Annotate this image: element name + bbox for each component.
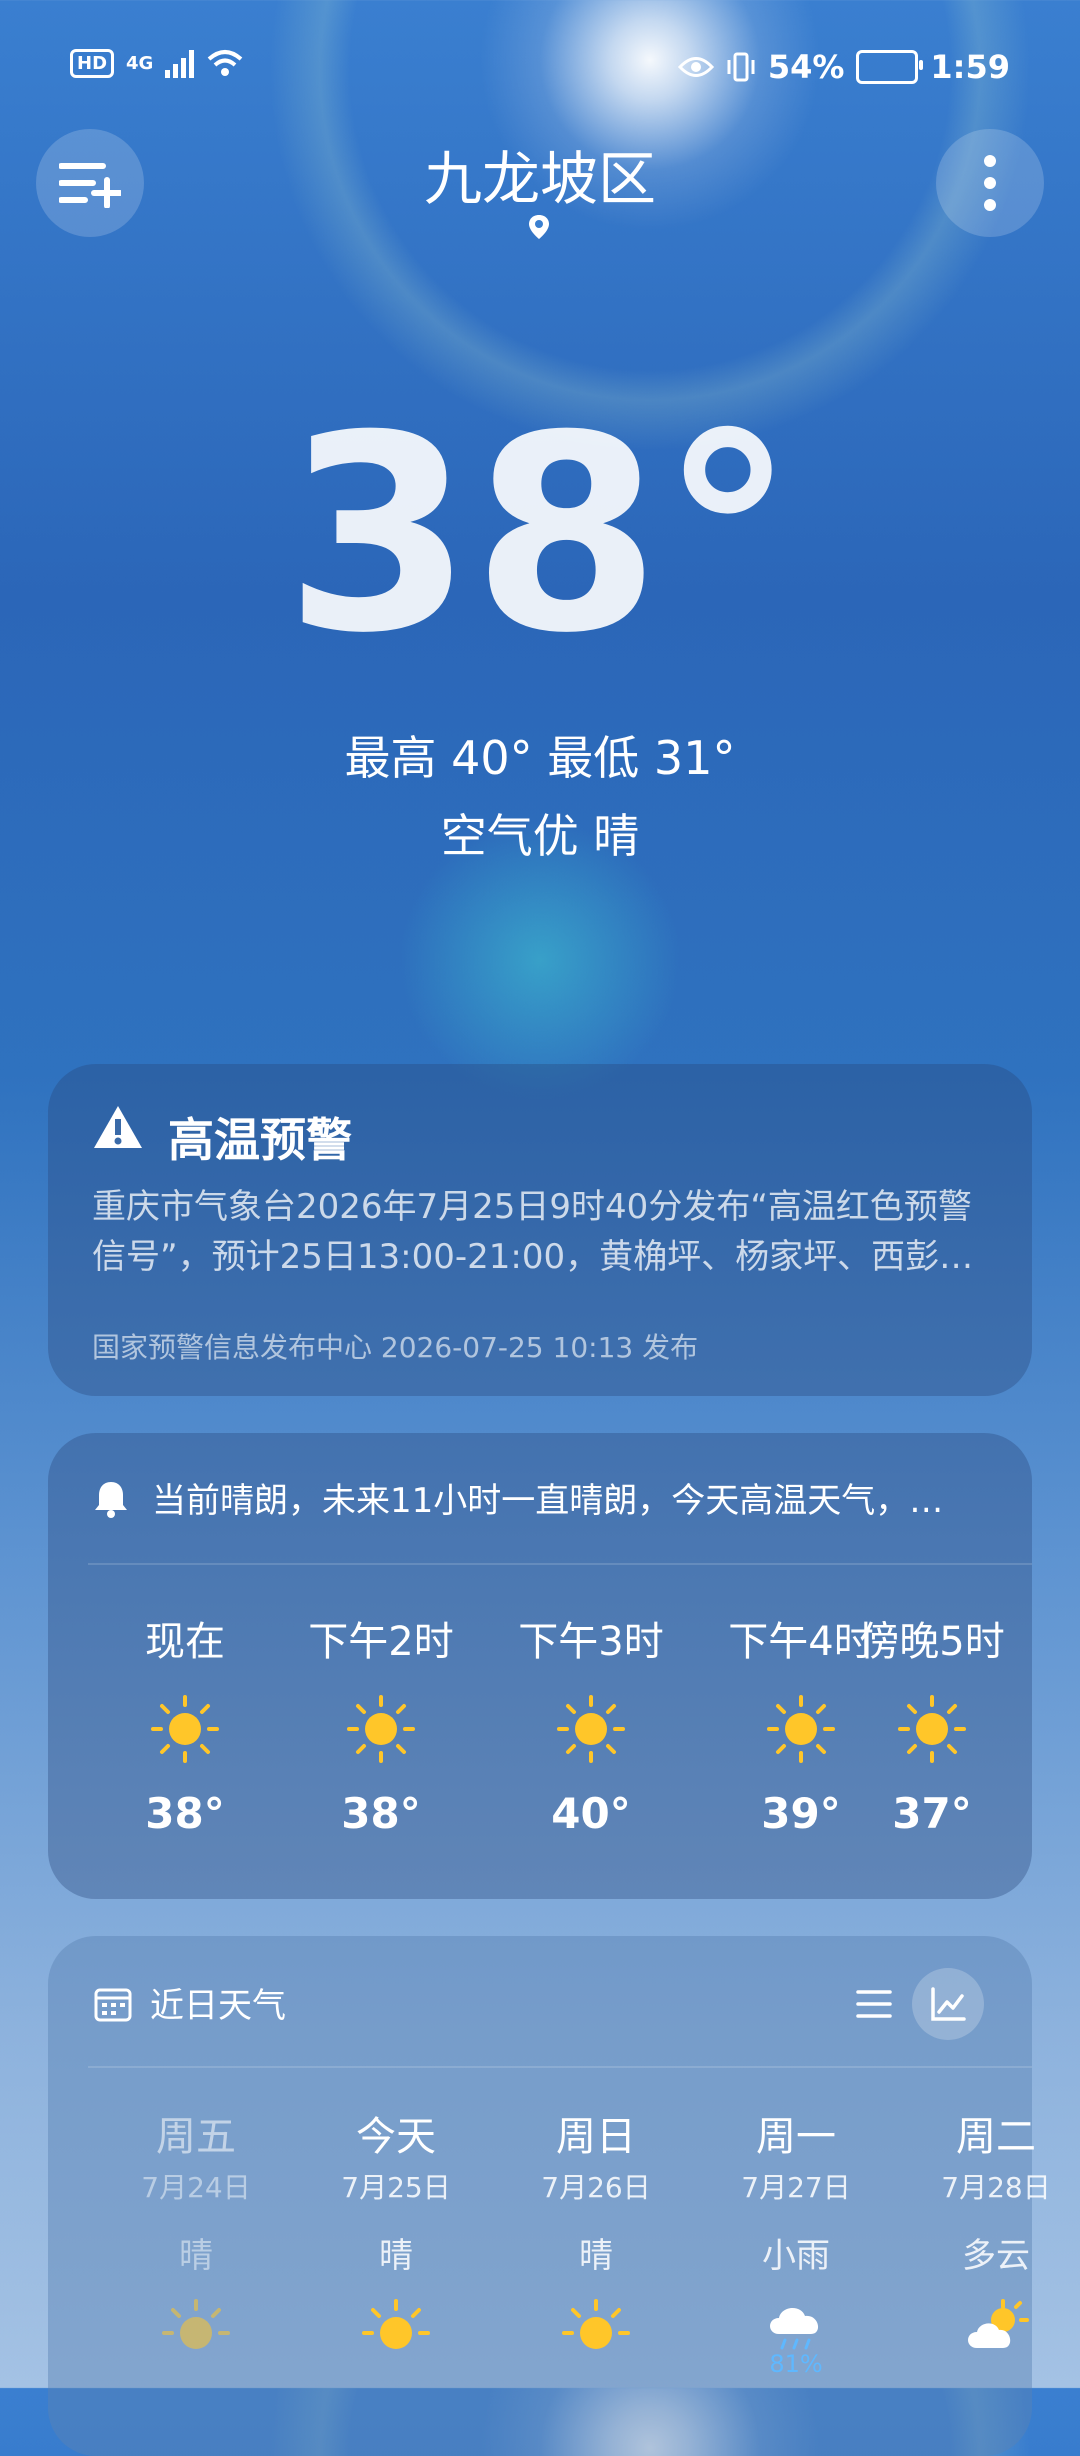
day-condition: 晴 [379, 2236, 413, 2276]
eye-icon [677, 57, 714, 77]
trend-chart-icon [931, 1987, 966, 2021]
day-weekday: 今天 [356, 2114, 436, 2160]
calendar-icon [94, 1988, 132, 2022]
alert-body-line1: 重庆市气象台2026年7月25日9时40分发布“高温红色预警 [92, 1187, 972, 1227]
alert-body: 重庆市气象台2026年7月25日9时40分发布“高温红色预警 信号”，预计25日… [92, 1182, 992, 1282]
signal-icon [165, 48, 195, 78]
network-type: 4G [126, 52, 154, 74]
hour-temperature: 38° [341, 1789, 421, 1838]
clock: 1:59 [930, 48, 1010, 86]
air-quality-weather[interactable]: 空气优 晴 [0, 800, 1080, 866]
daily-forecast-card[interactable]: 近日天气 周五 7月24日 晴 今天 7月25日 晴 周日 7月26日 晴 周一… [48, 1936, 1051, 2456]
list-icon [856, 1990, 892, 2018]
sun-icon [767, 1695, 835, 1763]
day-item[interactable]: 周日 7月26日 晴 [496, 2104, 696, 2372]
sun-icon [898, 1695, 966, 1763]
hourly-summary: 当前晴朗，未来11小时一直晴朗，今天高温天气，… [152, 1481, 944, 1521]
bell-icon [95, 1482, 127, 1518]
day-condition: 多云 [962, 2236, 1030, 2276]
alert-title: 高温预警 [168, 1113, 352, 1167]
day-item[interactable]: 周二 7月28日 多云 [896, 2104, 1080, 2362]
divider [88, 1563, 1032, 1565]
alert-source: 国家预警信息发布中心 2026-07-25 10:13 发布 [92, 1331, 699, 1364]
day-date: 7月24日 [141, 2171, 251, 2204]
alert-body-line2: 信号”，预计25日13:00-21:00，黄桷坪、杨家坪、西彭… [92, 1237, 974, 1277]
hour-label: 傍晚5时 [859, 1619, 1005, 1665]
vibrate-icon [727, 52, 755, 82]
high-temperature-alert-card[interactable]: 高温预警 重庆市气象台2026年7月25日9时40分发布“高温红色预警 信号”，… [48, 1064, 1032, 1396]
day-item[interactable]: 今天 7月25日 晴 [296, 2104, 496, 2372]
rain-cloud-icon [770, 2307, 819, 2350]
hour-label: 现在 [145, 1619, 225, 1665]
precipitation-probability: 81% [769, 2350, 823, 2378]
sun-icon [347, 1695, 415, 1763]
hour-temperature: 40° [551, 1789, 631, 1838]
chart-view-button[interactable] [912, 1968, 984, 2040]
sun-icon [362, 2299, 430, 2349]
day-weekday: 周五 [156, 2114, 236, 2160]
sun-icon [151, 1695, 219, 1763]
day-date: 7月27日 [741, 2171, 851, 2204]
partly-cloudy-icon [968, 2299, 1029, 2348]
city-name[interactable]: 九龙坡区 [0, 132, 1080, 216]
day-date: 7月25日 [341, 2171, 451, 2204]
hour-item: 傍晚5时 37° [832, 1609, 1032, 1838]
list-view-button[interactable] [844, 1974, 904, 2034]
hour-temperature: 37° [892, 1789, 972, 1838]
sun-icon [557, 1695, 625, 1763]
daily-heading: 近日天气 [150, 1986, 286, 2026]
day-condition: 晴 [579, 2236, 613, 2276]
day-date: 7月28日 [941, 2171, 1051, 2204]
day-weekday: 周日 [556, 2114, 636, 2160]
hour-item: 下午2时 38° [281, 1609, 481, 1838]
sun-icon [562, 2299, 630, 2349]
sun-icon [162, 2299, 230, 2349]
hour-item: 现在 38° [85, 1609, 285, 1838]
current-temperature: 38° [284, 377, 796, 692]
hour-temperature: 38° [145, 1789, 225, 1838]
hour-label: 下午3时 [518, 1619, 664, 1665]
warning-icon [94, 1106, 142, 1148]
day-date: 7月26日 [541, 2171, 651, 2204]
status-bar: HD 4G 54% 1:59 [0, 40, 1080, 90]
hour-label: 下午2时 [308, 1619, 454, 1665]
location-pin-icon [529, 215, 549, 239]
high-low-temperature: 最高 40° 最低 31° [344, 731, 736, 785]
day-item[interactable]: 周五 7月24日 晴 [96, 2104, 296, 2372]
hourly-forecast-card[interactable]: 当前晴朗，未来11小时一直晴朗，今天高温天气，… 现在 38° 下午2时 38°… [48, 1433, 1032, 1899]
hour-item: 下午3时 40° [491, 1609, 691, 1838]
day-weekday: 周一 [756, 2114, 836, 2160]
battery-percent: 54% [767, 48, 845, 86]
day-condition: 小雨 [762, 2236, 830, 2276]
day-item[interactable]: 周一 7月27日 小雨 81% [696, 2104, 896, 2378]
battery-icon [856, 50, 924, 84]
hd-icon: HD [70, 48, 115, 78]
day-condition: 晴 [179, 2236, 213, 2276]
day-weekday: 周二 [956, 2114, 1036, 2160]
divider [88, 2066, 1032, 2068]
wifi-icon [208, 50, 243, 76]
